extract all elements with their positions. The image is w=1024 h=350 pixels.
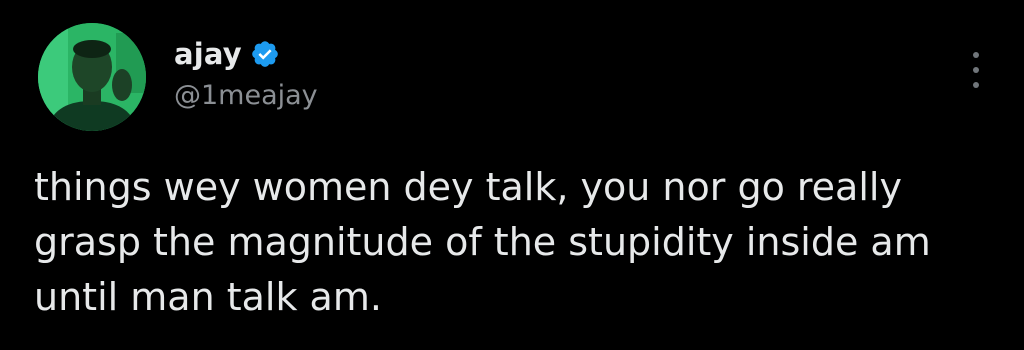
- more-options-icon[interactable]: [968, 52, 984, 88]
- user-handle[interactable]: @1meajay: [174, 80, 318, 111]
- tweet-card: ajay @1meajay things wey women dey talk,…: [0, 0, 1024, 350]
- avatar[interactable]: [38, 23, 146, 131]
- display-name[interactable]: ajay: [174, 37, 242, 71]
- avatar-photo: [38, 23, 146, 131]
- verified-badge-icon: [250, 39, 280, 69]
- name-row: ajay: [174, 34, 318, 74]
- author-block: ajay @1meajay: [174, 34, 318, 111]
- tweet-text: things wey women dey talk, you nor go re…: [34, 165, 931, 319]
